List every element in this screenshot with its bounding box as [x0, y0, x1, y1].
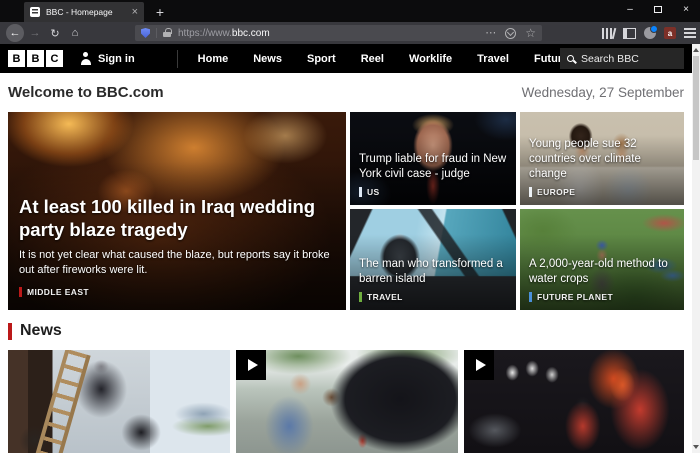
- story-card-climate[interactable]: Young people sue 32 countries over clima…: [520, 112, 684, 205]
- pocket-icon[interactable]: [505, 28, 516, 39]
- extension-icon[interactable]: [644, 27, 656, 39]
- nav-item-worklife[interactable]: Worklife: [409, 53, 452, 65]
- address-bar[interactable]: https://www.bbc.com ⋯ ☆: [135, 25, 542, 41]
- sign-in-label: Sign in: [98, 53, 135, 65]
- browser-window: BBC - Homepage × + – × ← → ↻ ⌂ https://w…: [0, 0, 700, 453]
- bbc-favicon-icon: [30, 7, 40, 17]
- nav-item-news[interactable]: News: [253, 53, 282, 65]
- navigation-toolbar: ← → ↻ ⌂ https://www.bbc.com ⋯ ☆ a: [0, 22, 700, 44]
- welcome-row: Welcome to BBC.com Wednesday, 27 Septemb…: [8, 73, 684, 112]
- hamburger-menu-icon[interactable]: [684, 28, 696, 38]
- category-row[interactable]: MIDDLE EAST: [19, 287, 332, 297]
- window-maximize-button[interactable]: [644, 0, 672, 18]
- url-domain: bbc.com: [232, 28, 270, 39]
- scroll-down-icon[interactable]: [693, 445, 699, 449]
- category-bar: [529, 292, 532, 302]
- story-card-trump[interactable]: Trump liable for fraud in New York civil…: [350, 112, 516, 205]
- story-card-island[interactable]: The man who transformed a barren island …: [350, 209, 516, 310]
- story-headline[interactable]: A 2,000-year-old method to water crops: [529, 257, 676, 287]
- page-viewport: B B C Sign in Home News Sport Reel Workl…: [0, 44, 692, 453]
- nav-item-home[interactable]: Home: [198, 53, 229, 65]
- lock-icon[interactable]: [163, 32, 171, 37]
- scrollbar-thumb[interactable]: [693, 56, 699, 160]
- header-divider: [177, 50, 178, 68]
- main-story-headline[interactable]: At least 100 killed in Iraq wedding part…: [19, 195, 332, 241]
- urlbar-divider: [156, 28, 157, 38]
- category-bar: [359, 187, 362, 197]
- category-bar: [359, 292, 362, 302]
- play-icon[interactable]: [236, 350, 266, 380]
- sign-in-button[interactable]: Sign in: [79, 52, 135, 65]
- maximize-icon: [654, 6, 662, 13]
- story-headline[interactable]: Young people sue 32 countries over clima…: [529, 137, 676, 182]
- category-label[interactable]: EUROPE: [537, 187, 575, 197]
- category-bar: [19, 287, 22, 297]
- tracking-protection-shield-icon[interactable]: [141, 28, 150, 38]
- news-video-thumbnail[interactable]: [464, 350, 684, 453]
- category-label[interactable]: MIDDLE EAST: [27, 287, 89, 297]
- reload-button[interactable]: ↻: [46, 24, 64, 42]
- thumbnail-image: [236, 350, 458, 453]
- tab-close-icon[interactable]: ×: [132, 6, 138, 18]
- nav-item-reel[interactable]: Reel: [361, 53, 384, 65]
- bbc-site-header: B B C Sign in Home News Sport Reel Workl…: [0, 44, 692, 73]
- play-triangle: [248, 359, 258, 371]
- main-story-card[interactable]: At least 100 killed in Iraq wedding part…: [8, 112, 346, 310]
- category-row[interactable]: FUTURE PLANET: [529, 292, 676, 302]
- library-icon[interactable]: [602, 28, 615, 39]
- window-minimize-button[interactable]: –: [616, 0, 644, 18]
- window-close-button[interactable]: ×: [672, 0, 700, 18]
- tab-bar: BBC - Homepage × + – ×: [0, 0, 700, 22]
- category-row[interactable]: EUROPE: [529, 187, 676, 197]
- category-bar: [529, 187, 532, 197]
- page-actions-icon[interactable]: ⋯: [485, 28, 496, 39]
- toolbar-right-icons: a: [602, 22, 696, 44]
- search-icon: [567, 55, 574, 62]
- bbc-logo[interactable]: B B C: [8, 50, 63, 67]
- home-button[interactable]: ⌂: [66, 24, 84, 42]
- nav-item-travel[interactable]: Travel: [477, 53, 509, 65]
- news-video-thumbnail[interactable]: [236, 350, 458, 453]
- profile-extension-icon[interactable]: a: [664, 27, 676, 39]
- news-section-header: News: [8, 322, 62, 340]
- new-tab-button[interactable]: +: [150, 2, 170, 22]
- news-section-title[interactable]: News: [20, 322, 62, 340]
- category-label[interactable]: US: [367, 187, 380, 197]
- forward-button[interactable]: →: [26, 24, 44, 42]
- thumbnail-image: [464, 350, 684, 453]
- category-label[interactable]: TRAVEL: [367, 292, 403, 302]
- search-input[interactable]: [581, 53, 671, 65]
- bbc-logo-letter: B: [8, 50, 25, 67]
- section-accent-bar: [8, 323, 12, 340]
- story-headline[interactable]: The man who transformed a barren island: [359, 257, 508, 287]
- bookmark-star-icon[interactable]: ☆: [525, 27, 536, 39]
- bbc-logo-letter: C: [46, 50, 63, 67]
- person-icon: [79, 52, 92, 65]
- nav-item-sport[interactable]: Sport: [307, 53, 336, 65]
- sidebar-icon[interactable]: [623, 28, 636, 39]
- tab-title: BBC - Homepage: [46, 7, 128, 17]
- url-protocol: https://www.: [178, 28, 232, 39]
- category-row[interactable]: TRAVEL: [359, 292, 508, 302]
- search-box[interactable]: [560, 48, 684, 69]
- main-story-summary: It is not yet clear what caused the blaz…: [19, 248, 332, 278]
- category-row[interactable]: US: [359, 187, 508, 197]
- play-triangle: [476, 359, 486, 371]
- url-text[interactable]: https://www.bbc.com: [178, 28, 485, 39]
- scroll-up-icon[interactable]: [693, 48, 699, 52]
- story-card-crops[interactable]: A 2,000-year-old method to water crops F…: [520, 209, 684, 310]
- story-headline[interactable]: Trump liable for fraud in New York civil…: [359, 152, 508, 182]
- date-label: Wednesday, 27 September: [522, 85, 684, 100]
- page-scrollbar[interactable]: [692, 44, 700, 453]
- play-icon[interactable]: [464, 350, 494, 380]
- category-label[interactable]: FUTURE PLANET: [537, 292, 613, 302]
- bbc-logo-letter: B: [27, 50, 44, 67]
- page-title: Welcome to BBC.com: [8, 84, 164, 101]
- news-thumbnail[interactable]: [8, 350, 230, 453]
- browser-tab[interactable]: BBC - Homepage ×: [24, 2, 144, 22]
- window-controls: – ×: [616, 0, 700, 18]
- urlbar-actions: ⋯ ☆: [485, 27, 536, 39]
- back-button[interactable]: ←: [6, 24, 24, 42]
